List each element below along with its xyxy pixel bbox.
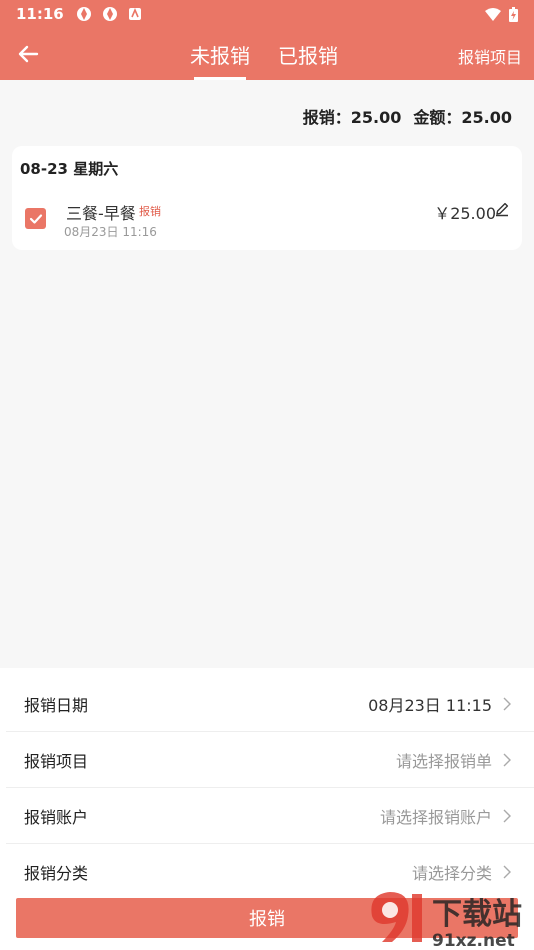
summary-amount-label: 金额： bbox=[413, 108, 462, 127]
form-row-label: 报销项目 bbox=[24, 751, 89, 771]
pencil-icon bbox=[496, 202, 509, 217]
form-row-project[interactable]: 报销项目 请选择报销单 bbox=[6, 732, 534, 788]
record-card: 08-23 星期六 三餐-早餐 报销 08月23日 11:16 ￥25.00 bbox=[12, 146, 522, 250]
status-notification-icons bbox=[76, 6, 142, 22]
chevron-right-icon bbox=[503, 697, 511, 710]
wifi-icon bbox=[485, 7, 501, 21]
reimburse-projects-link[interactable]: 报销项目 bbox=[458, 44, 522, 68]
record-item-tag: 报销 bbox=[139, 205, 161, 218]
submit-reimburse-button[interactable]: 报销 bbox=[16, 898, 518, 938]
form-row-label: 报销账户 bbox=[24, 807, 89, 827]
arrow-left-icon bbox=[18, 45, 39, 63]
record-checkbox[interactable] bbox=[25, 208, 46, 229]
summary-count: 报销：25.00 bbox=[303, 104, 402, 128]
summary-bar: 报销：25.00 金额：25.00 bbox=[303, 104, 512, 128]
record-item-amount: ￥25.00 bbox=[434, 204, 496, 223]
app-bar: 未报销 已报销 报销项目 bbox=[0, 28, 534, 80]
app-notification-icon bbox=[76, 7, 91, 21]
tab-bar: 未报销 已报销 bbox=[190, 28, 338, 80]
summary-amount-value: 25.00 bbox=[461, 108, 512, 127]
app-notification-icon bbox=[102, 7, 117, 21]
form-row-value: 请选择分类 bbox=[411, 864, 492, 883]
status-system-icons bbox=[485, 6, 518, 22]
form-row-label: 报销日期 bbox=[24, 695, 89, 715]
form-row-account[interactable]: 报销账户 请选择报销账户 bbox=[6, 788, 534, 844]
form-row-date[interactable]: 报销日期 08月23日 11:15 bbox=[6, 676, 534, 732]
battery-icon bbox=[509, 6, 518, 22]
record-date: 08-23 星期六 bbox=[20, 160, 119, 178]
form-row-value: 请选择报销账户 bbox=[379, 807, 492, 827]
form-row-label: 报销分类 bbox=[24, 864, 89, 883]
back-button[interactable] bbox=[12, 38, 44, 70]
record-item-time: 08月23日 11:16 bbox=[64, 225, 157, 239]
summary-count-value: 25.00 bbox=[350, 108, 402, 127]
tab-reimbursed[interactable]: 已报销 bbox=[278, 28, 338, 80]
form-row-value: 请选择报销单 bbox=[395, 751, 492, 771]
summary-count-label: 报销： bbox=[302, 108, 351, 127]
check-icon bbox=[29, 213, 42, 224]
tab-unreimbursed[interactable]: 未报销 bbox=[190, 28, 250, 80]
chevron-right-icon bbox=[503, 865, 511, 879]
chevron-right-icon bbox=[503, 753, 511, 766]
status-bar: 11:16 bbox=[0, 0, 534, 28]
android-icon bbox=[128, 7, 141, 20]
form-row-category[interactable]: 报销分类 请选择分类 bbox=[6, 844, 534, 900]
summary-amount: 金额：25.00 bbox=[413, 104, 512, 128]
record-item-name: 三餐-早餐 bbox=[66, 204, 136, 223]
edit-button[interactable] bbox=[494, 201, 510, 217]
chevron-right-icon bbox=[503, 809, 511, 822]
form-row-value: 08月23日 11:15 bbox=[368, 695, 492, 715]
status-time: 11:16 bbox=[16, 5, 64, 23]
